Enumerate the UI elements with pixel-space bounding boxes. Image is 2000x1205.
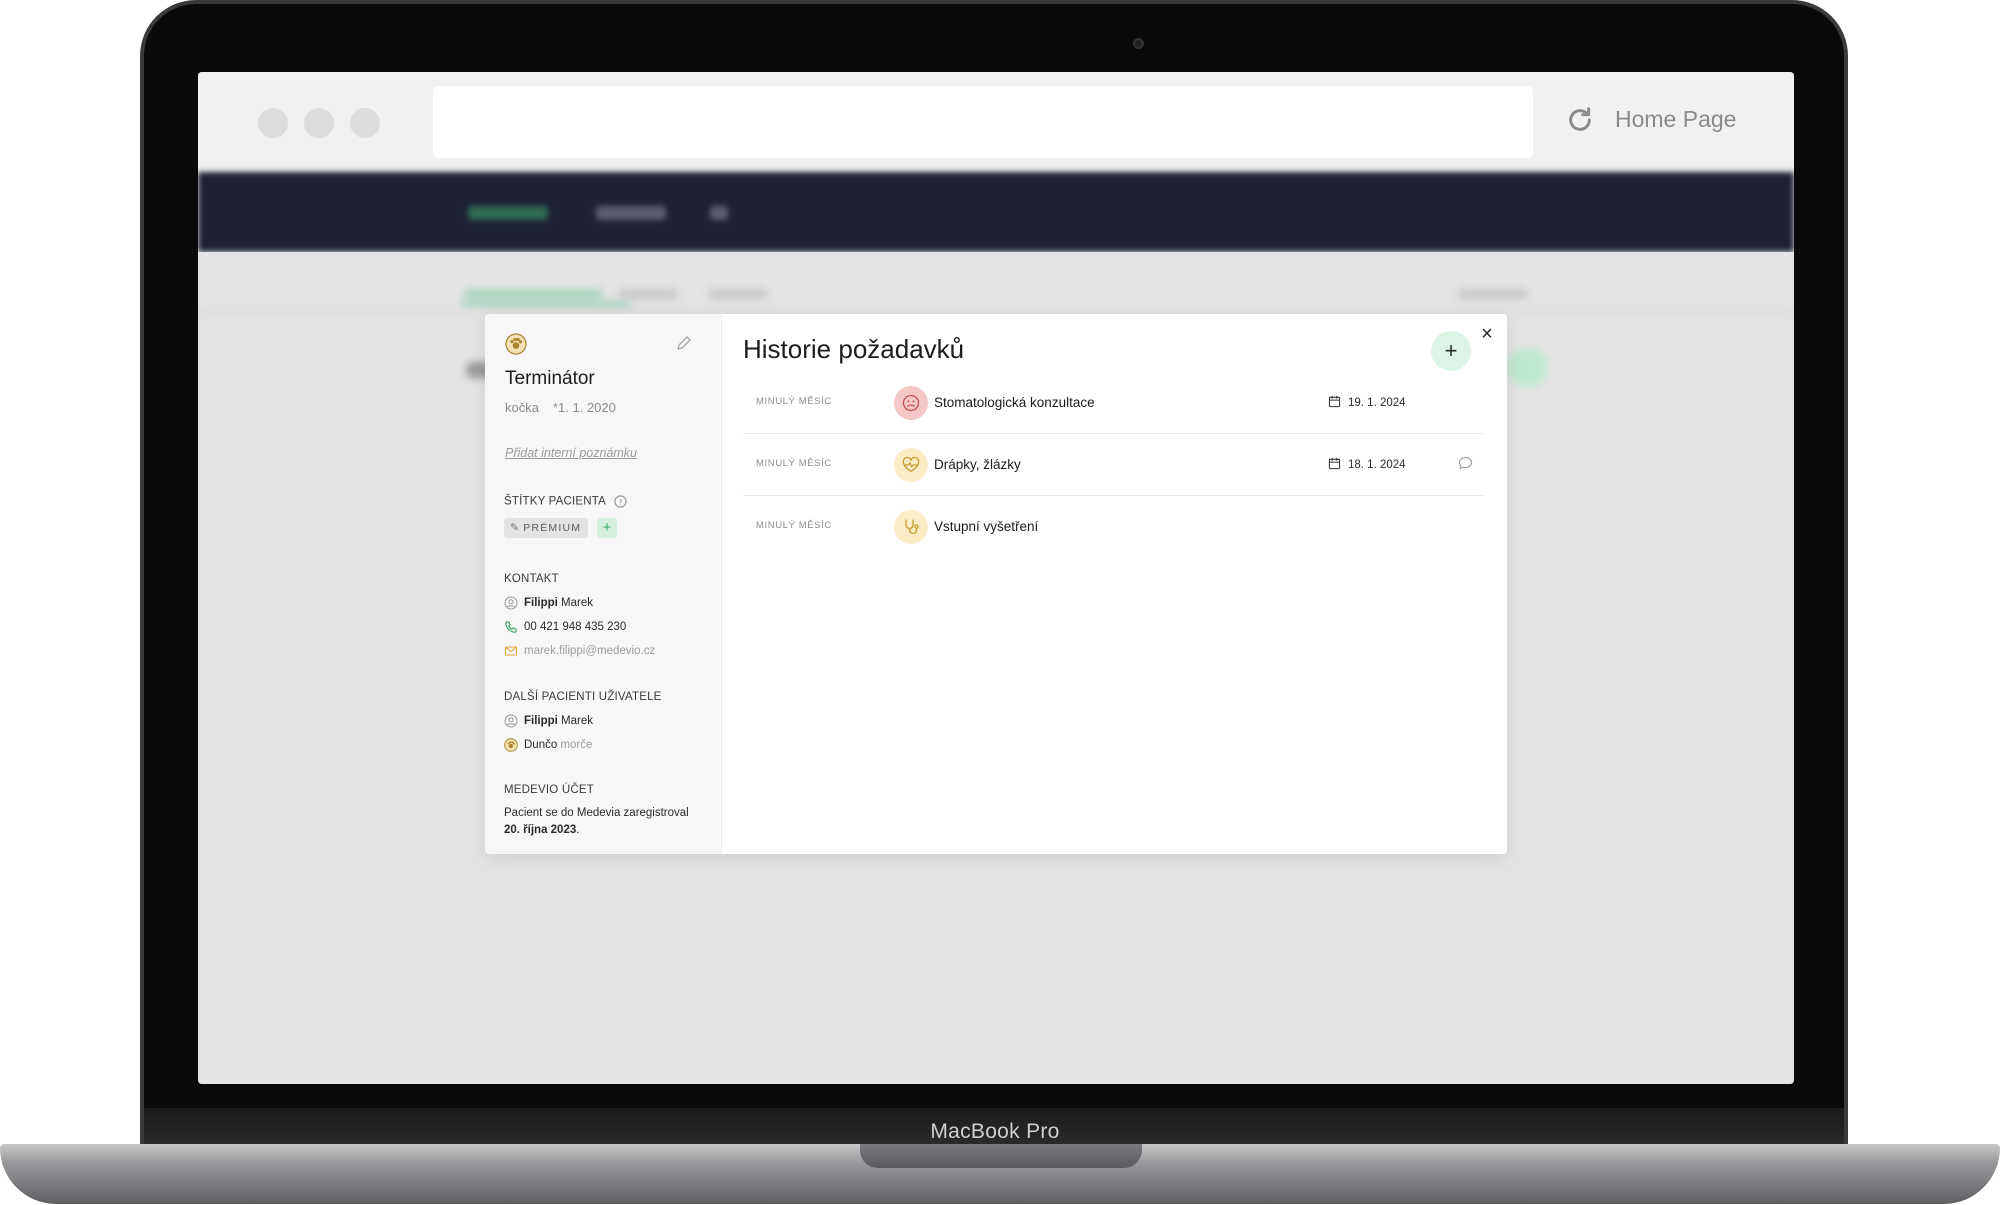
address-bar[interactable] <box>433 86 1533 158</box>
pet-icon <box>504 738 518 752</box>
request-row[interactable]: MINULÝ MĚSÍC Stomatologická konzultace 1… <box>743 372 1485 434</box>
email-address: marek.filippi@medevio.cz <box>524 645 656 658</box>
calendar-icon <box>1328 457 1341 470</box>
request-date: 19. 1. 2024 <box>1328 395 1406 409</box>
contact-owner[interactable]: Filippi Marek <box>504 596 593 610</box>
svg-text:?: ? <box>618 497 622 506</box>
window-minimize-dot[interactable] <box>304 108 334 138</box>
request-date: 18. 1. 2024 <box>1328 457 1406 471</box>
registration-info: Pacient se do Medevia zaregistroval 20. … <box>504 805 709 839</box>
patient-sidebar: Terminátor kočka *1. 1. 2020 Přidat inter… <box>485 314 722 854</box>
heartbeat-icon <box>894 448 928 482</box>
contact-email[interactable]: marek.filippi@medevio.cz <box>504 644 655 658</box>
phone-icon <box>505 621 517 633</box>
user-icon <box>504 714 518 728</box>
request-row[interactable]: MINULÝ MĚSÍC Drápky, žlázky 18. 1. 2024 <box>743 434 1485 496</box>
patient-name: Terminátor <box>505 368 595 389</box>
other-patient-name-bold: Filippi <box>524 715 558 728</box>
owner-first-name: Filippi <box>524 597 558 610</box>
patient-modal: Terminátor kočka *1. 1. 2020 Přidat inter… <box>485 314 1507 854</box>
help-icon[interactable]: ? <box>614 495 627 508</box>
other-patients-section-title: DALŠÍ PACIENTI UŽIVATELE <box>504 691 662 703</box>
home-page-link[interactable]: Home Page <box>1615 106 1736 133</box>
tag-label: PRÉMIUM <box>523 522 582 534</box>
mail-icon <box>504 646 518 656</box>
add-request-button[interactable]: + <box>1431 331 1471 371</box>
registration-text: Pacient se do Medevia zaregistroval <box>504 807 689 819</box>
request-name: Vstupní vyšetření <box>934 519 1039 534</box>
window-zoom-dot[interactable] <box>350 108 380 138</box>
request-name: Drápky, žlázky <box>934 457 1021 472</box>
contact-phone[interactable]: 00 421 948 435 230 <box>504 620 626 634</box>
laptop-notch <box>860 1144 1142 1168</box>
comment-icon[interactable] <box>1457 455 1474 472</box>
tags-title-text: ŠTÍTKY PACIENTA <box>504 495 606 508</box>
request-when: MINULÝ MĚSÍC <box>756 458 832 469</box>
history-title: Historie požadavků <box>743 334 965 364</box>
dental-icon <box>894 386 928 420</box>
premium-icon: ✎ <box>510 522 520 534</box>
registration-date: 20. října 2023 <box>504 824 577 836</box>
patient-meta: kočka *1. 1. 2020 <box>505 400 616 415</box>
edit-icon[interactable] <box>675 334 693 352</box>
tags-section-title: ŠTÍTKY PACIENTA ? <box>504 495 627 508</box>
other-patient-name: Dunčo <box>524 739 558 752</box>
calendar-icon <box>1328 395 1341 408</box>
reload-icon[interactable] <box>1564 104 1596 136</box>
owner-last-name: Marek <box>557 597 594 610</box>
nav-item-blurred <box>596 206 666 220</box>
add-internal-note-link[interactable]: Přidat interní poznámku <box>505 446 637 460</box>
phone-number: 00 421 948 435 230 <box>524 621 627 634</box>
app-navbar-blurred <box>198 172 1794 252</box>
window-close-dot[interactable] <box>258 108 288 138</box>
close-icon[interactable]: × <box>1478 324 1496 344</box>
request-history-panel: Historie požadavků + × MINULÝ MĚSÍC Stom… <box>722 314 1507 854</box>
account-section-title: MEDEVIO ÚČET <box>504 784 594 796</box>
nav-item-blurred <box>468 206 548 220</box>
user-icon <box>504 596 518 610</box>
patient-birthdate: *1. 1. 2020 <box>552 400 616 415</box>
other-patient-type: morče <box>557 739 593 752</box>
request-when: MINULÝ MĚSÍC <box>756 520 832 531</box>
add-tag-button[interactable]: + <box>597 518 617 538</box>
search-icon <box>710 206 728 220</box>
stethoscope-icon <box>894 510 928 544</box>
laptop-model-label: MacBook Pro <box>930 1120 1060 1143</box>
contact-section-title: KONTAKT <box>504 573 559 585</box>
browser-toolbar: Home Page <box>198 72 1794 172</box>
screen: Home Page Terminátor kočka *1. 1. 2020 P… <box>198 72 1794 1084</box>
request-when: MINULÝ MĚSÍC <box>756 396 832 407</box>
request-date-text: 18. 1. 2024 <box>1348 459 1406 471</box>
request-row[interactable]: MINULÝ MĚSÍC Vstupní vyšetření <box>743 496 1485 558</box>
tag-premium[interactable]: ✎ PRÉMIUM <box>504 518 589 538</box>
request-date-text: 19. 1. 2024 <box>1348 397 1406 409</box>
request-name: Stomatologická konzultace <box>934 395 1095 410</box>
other-patient-item[interactable]: Dunčo morče <box>504 738 592 752</box>
other-patient-item[interactable]: Filippi Marek <box>504 714 593 728</box>
pet-icon <box>505 333 527 355</box>
registration-suffix: . <box>576 824 580 836</box>
patient-species: kočka <box>505 400 539 415</box>
camera-icon <box>1133 38 1144 49</box>
other-patient-name-rest: Marek <box>557 715 594 728</box>
